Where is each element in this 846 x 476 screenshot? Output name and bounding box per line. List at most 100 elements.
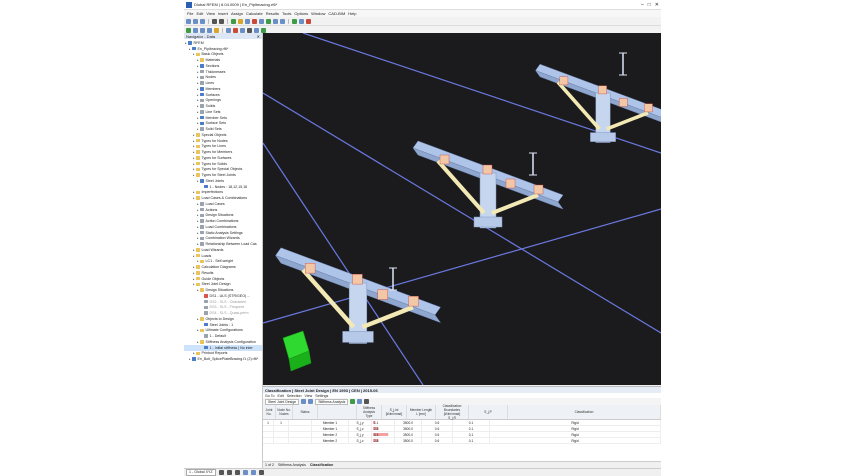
menu-tools[interactable]: Tools	[282, 11, 291, 16]
grid-status-icon[interactable]	[226, 470, 232, 475]
filter-icon[interactable]	[306, 18, 311, 24]
tree-item-label: Static Analysis Settings	[205, 230, 243, 235]
glines-status-icon[interactable]	[250, 470, 256, 475]
hinge-tool-icon[interactable]	[233, 27, 238, 33]
menu-bar: File Edit View Insert Assign Calculate Results…	[184, 10, 661, 17]
load-case-icon[interactable]	[266, 18, 271, 24]
delete-icon[interactable]	[252, 18, 257, 24]
connection-plate	[408, 296, 419, 307]
view-icon[interactable]	[245, 18, 250, 24]
joint-item-icon	[204, 184, 208, 189]
3d-model-scene[interactable]	[263, 33, 661, 385]
tree-item-label: Thicknesses	[205, 69, 226, 74]
ortho-status-icon[interactable]	[234, 470, 240, 475]
undo-icon[interactable]	[212, 18, 217, 24]
surface-tool-icon[interactable]	[214, 27, 219, 33]
menu-results[interactable]: Results	[266, 11, 279, 16]
menu-help[interactable]: Help	[348, 11, 356, 16]
folder-icon	[200, 340, 204, 344]
menu-edit[interactable]: Edit	[196, 11, 203, 16]
tree-item-label: Objects to Design	[205, 316, 234, 321]
table-menu-view[interactable]: View	[305, 394, 313, 398]
menu-view[interactable]: View	[206, 11, 215, 16]
calculate-icon[interactable]	[231, 18, 236, 24]
loadcases-icon	[200, 202, 204, 206]
save-icon[interactable]	[200, 18, 205, 24]
snap-icon[interactable]	[292, 18, 297, 24]
zoom-icon[interactable]	[259, 18, 264, 24]
line-tool-icon[interactable]	[200, 27, 205, 33]
section-tool-icon[interactable]	[240, 27, 245, 33]
tree-item-label: Types for Members	[201, 150, 233, 155]
menu-options[interactable]: Options	[294, 11, 308, 16]
tree-item[interactable]: ▸ En_Bolt_SplicePlateBracing.f1 (2).rf6*	[184, 356, 262, 362]
cell-sjr: 0.6	[422, 426, 453, 431]
dxf-status-icon[interactable]	[258, 470, 264, 475]
table-menu-go-to[interactable]: Go To	[265, 394, 275, 398]
maximize-icon[interactable]: □	[648, 2, 651, 8]
grid-icon[interactable]	[299, 18, 304, 24]
cell-sjr: 0.6	[422, 438, 453, 443]
tree-item-label: Ultimate Configurations	[205, 328, 243, 333]
results-icon[interactable]	[238, 18, 243, 24]
ds-icon	[204, 294, 208, 298]
menu-cad-bim[interactable]: CAD-BIM	[328, 11, 345, 16]
minimize-icon[interactable]: –	[641, 2, 644, 8]
node-tool-icon[interactable]	[193, 27, 198, 33]
solidsets-icon	[200, 127, 204, 131]
navigator-panel: Navigator - Data ✕ ▸ RFEM ▸ En_Piplbracing.…	[184, 33, 263, 468]
redo-icon[interactable]	[219, 18, 224, 24]
filter-table-icon[interactable]	[357, 399, 363, 404]
snap-status-icon[interactable]	[218, 470, 224, 475]
member-tool-icon[interactable]	[207, 27, 212, 33]
menu-insert[interactable]: Insert	[218, 11, 228, 16]
rotate-view-icon[interactable]	[254, 27, 259, 33]
osnap-status-icon[interactable]	[242, 470, 248, 475]
coordinate-system-select[interactable]: 1 - Global XYZ	[186, 469, 216, 476]
table-menu-selection[interactable]: Selection	[287, 394, 302, 398]
navigator-tree: ▸ RFEM ▸ En_Piplbracing.rf6* ▸ Basic Objects ▸…	[184, 39, 262, 363]
connection-plate	[598, 85, 607, 95]
close-icon[interactable]: ✕	[655, 2, 659, 8]
menu-calculate[interactable]: Calculate	[246, 11, 263, 16]
ds-icon	[204, 299, 208, 304]
search-icon[interactable]	[364, 399, 370, 404]
menu-assign[interactable]: Assign	[231, 11, 243, 16]
col-classification: Classification	[508, 405, 661, 419]
table-row[interactable]: Member 2 S_j,z 2.8 3500.0 0.6 0.1 Rigid	[263, 438, 661, 444]
base-plate	[473, 216, 503, 228]
isometric-icon[interactable]	[261, 27, 266, 33]
pin-icon[interactable]: ✕	[257, 34, 260, 39]
menu-window[interactable]: Window	[311, 11, 325, 16]
dimension-tool-icon[interactable]	[247, 27, 252, 33]
tab-classification[interactable]: Classification	[310, 463, 333, 467]
brace	[605, 111, 649, 131]
render-icon[interactable]	[280, 18, 285, 24]
select-icon[interactable]	[186, 27, 191, 33]
cell-joint-no	[263, 438, 274, 443]
connection-plate	[377, 289, 388, 300]
tree-item-label: Relationship Between Load Cas	[205, 242, 257, 247]
table-menu-settings[interactable]: Settings	[315, 394, 328, 398]
support-tool-icon[interactable]	[226, 27, 231, 33]
model-viewport[interactable]	[263, 33, 661, 385]
new-icon[interactable]	[186, 18, 191, 24]
tab-stiffness-analysis[interactable]: Stiffness Analysis	[278, 463, 306, 467]
cell-classification: Rigid	[490, 438, 661, 443]
export-icon[interactable]	[350, 399, 356, 404]
cell-classification: Rigid	[490, 426, 661, 431]
folder-icon	[200, 317, 204, 321]
tree-item-label: Openings	[205, 98, 221, 103]
next-icon[interactable]	[308, 399, 314, 404]
display-icon[interactable]	[273, 18, 278, 24]
menu-file[interactable]: File	[187, 11, 193, 16]
open-icon[interactable]	[193, 18, 198, 24]
module-selector[interactable]: Steel Joint Design	[265, 398, 300, 405]
pager[interactable]: 1 of 2	[265, 463, 274, 467]
prev-icon[interactable]	[301, 399, 307, 404]
table-menu-edit[interactable]: Edit	[278, 394, 284, 398]
analysis-selector[interactable]: Stiffness Analysis	[315, 398, 349, 405]
solids-icon	[200, 104, 204, 108]
cell-stiffness-value: 1.1	[372, 420, 395, 425]
stiffness-value-text: 1.1	[374, 420, 379, 425]
